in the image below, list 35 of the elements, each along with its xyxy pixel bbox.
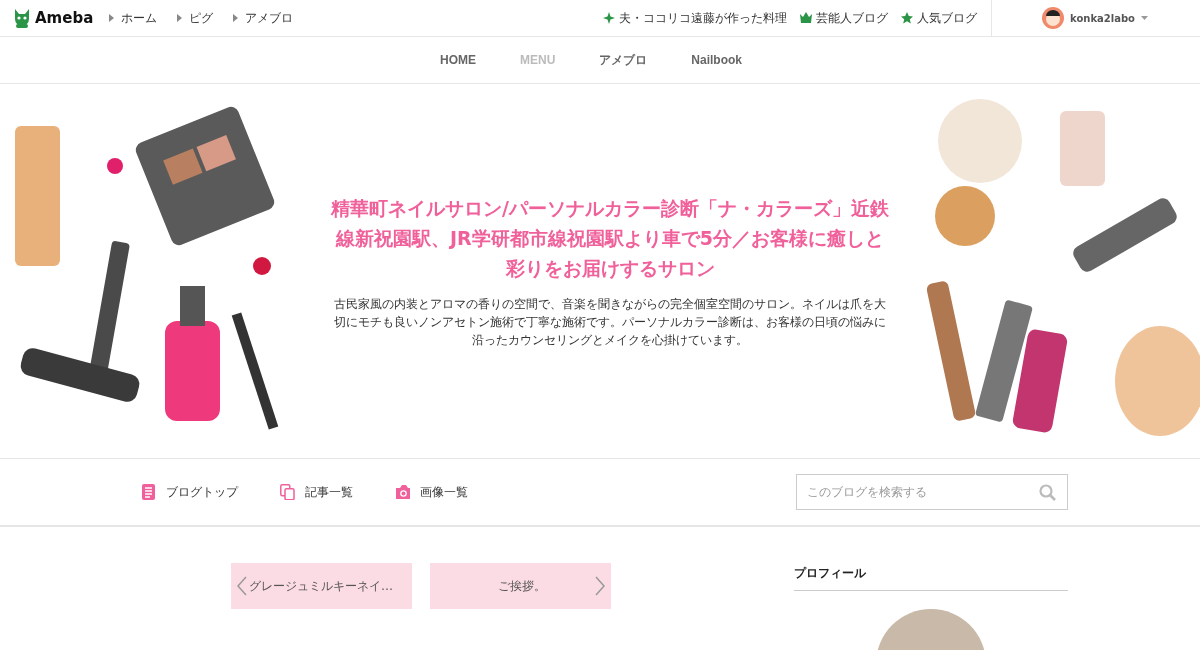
star-icon (901, 12, 914, 24)
nav-tab[interactable]: Nailbook (691, 53, 742, 67)
search-icon (1039, 484, 1056, 501)
previous-post-link[interactable]: グレージュミルキーネイ… (231, 563, 412, 609)
chevron-right-icon (595, 576, 605, 596)
promo-link[interactable]: 芸能人ブログ (800, 9, 889, 27)
blog-menu-link[interactable]: ブログトップ (141, 483, 238, 501)
caret-icon (1141, 16, 1148, 20)
promo-link[interactable]: 人気ブログ (901, 9, 978, 27)
triangle-icon (177, 14, 183, 22)
blog-menu-link[interactable]: 記事一覧 (280, 483, 353, 501)
crown-icon (800, 12, 813, 24)
nav-tab[interactable]: アメブロ (599, 51, 648, 69)
chevron-left-icon (237, 576, 247, 596)
sparkle-icon (603, 12, 616, 24)
sidebar-heading: プロフィール (794, 563, 1068, 591)
promo-link[interactable]: 夫・ココリコ遠藤が作った料理 (603, 9, 788, 27)
avatar-icon (1042, 7, 1065, 29)
blog-menu-link[interactable]: 画像一覧 (395, 483, 468, 501)
blog-description: 古民家風の内装とアロマの香りの空間で、音楽を聞きながらの完全個室空間のサロン。ネイルは爪を大切にモチも良いノンアセトン施術で丁寧な施術です。パーソナルカラー診断は、お客様の日頃の悩みに沿ったカウンセリングとメイクを心掛けています。 (333, 296, 887, 349)
nav-tab[interactable]: HOME (440, 53, 476, 67)
blog-title: 精華町ネイルサロン/パーソナルカラー診断「ナ・カラーズ」近鉄線新祝園駅、JR学研都市線祝園駅より車で5分／お客様に癒しと彩りをお届けするサロン (330, 196, 890, 281)
next-post-link[interactable]: ご挨拶。 (430, 563, 611, 609)
copy-icon (280, 484, 296, 500)
triangle-icon (233, 14, 239, 22)
camera-icon (395, 484, 411, 500)
user-menu[interactable]: konka2labo (1042, 7, 1148, 29)
logo[interactable]: Ameba (12, 7, 94, 29)
document-icon (141, 484, 157, 500)
header-link[interactable]: ピグ (177, 9, 214, 27)
mascot-icon (12, 7, 32, 29)
header-link[interactable]: アメブロ (233, 9, 294, 27)
triangle-icon (109, 14, 115, 22)
header-link[interactable]: ホーム (109, 9, 158, 27)
search-field[interactable]: このブログを検索する (796, 474, 1068, 510)
